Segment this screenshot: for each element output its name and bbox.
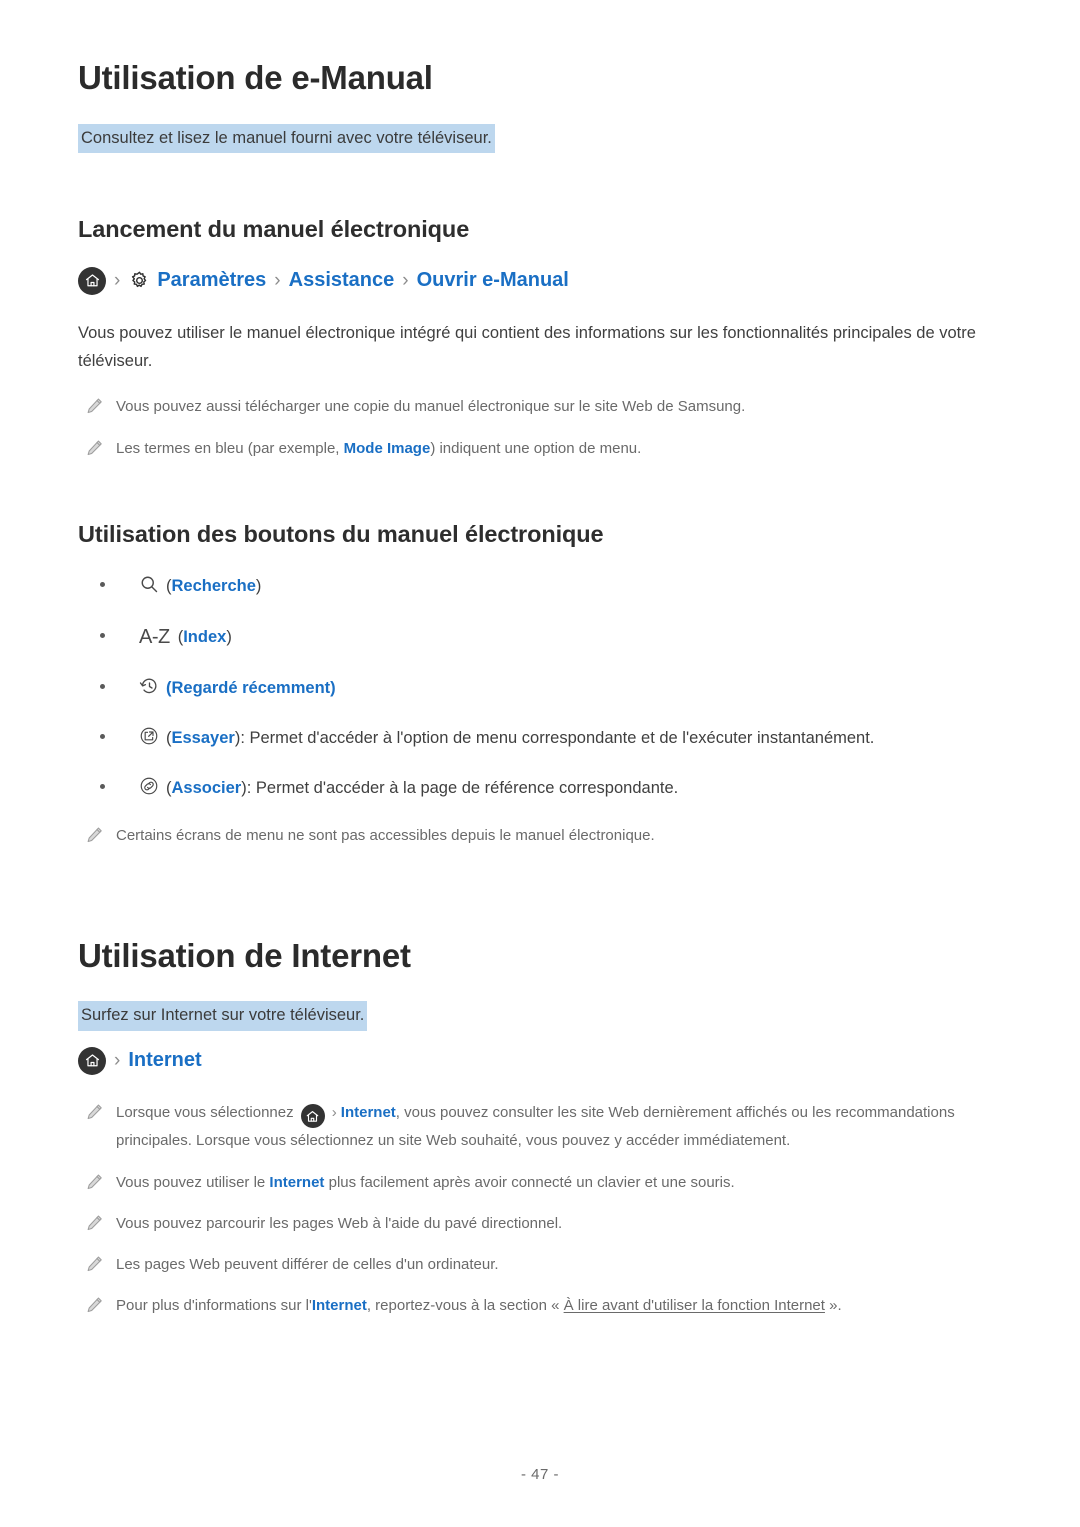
breadcrumb-separator: › [114,270,121,292]
breadcrumb-internet-path: › Internet [78,1046,1018,1075]
internet-link[interactable]: Internet [341,1104,396,1121]
list-item: (Recherche) [78,571,1018,599]
internet-link[interactable]: Internet [312,1297,367,1314]
note-suffix: plus facilement après avoir connecté un … [324,1173,735,1191]
menu-option-link[interactable]: Mode Image [344,440,431,457]
note-prefix: Les termes en bleu (par exemple, [116,439,344,457]
reference-link[interactable]: À lire avant d'utiliser la fonction Inte… [564,1297,825,1314]
breadcrumb-separator: › [114,1050,121,1072]
e-manual-buttons-list: (Recherche) A-Z (Index) (Regardé récemme… [78,571,1018,800]
breadcrumb-separator: › [331,1103,337,1121]
note-suffix: ) indiquent une option de menu. [430,439,642,457]
button-description: : Permet d'accéder à la page de référenc… [246,778,679,797]
section-subtitle-highlight: Consultez et lisez le manuel fourni avec… [78,123,495,154]
breadcrumb-separator: › [402,270,409,292]
note-mid: , reportez-vous à la section « [366,1297,564,1315]
pencil-icon [86,826,103,845]
note-text: Les pages Web peuvent différer de celles… [116,1256,499,1274]
bullet-dot [100,582,105,588]
page-title: Utilisation de Internet [78,936,411,974]
note-text: Certains écrans de menu ne sont pas acce… [116,827,655,845]
note-prefix: Lorsque vous sélectionnez [116,1103,298,1121]
breadcrumb-settings-path: › Paramètres › Assistance › Ouvrir e-Man… [78,266,1018,295]
bullet-dot [100,783,105,789]
note-text: Les termes en bleu (par exemple, Mode Im… [116,435,641,462]
note-item: Pour plus d'informations sur l'Internet,… [78,1292,1018,1319]
search-icon[interactable] [139,574,159,594]
button-label-index[interactable]: Index [183,628,226,646]
paren-close: ) [330,679,336,698]
section-subtitle-highlight: Surfez sur Internet sur votre téléviseur… [78,1001,368,1031]
pencil-icon [86,1103,103,1122]
list-item-label: (Index) [178,625,232,650]
gear-icon[interactable] [128,270,150,292]
note-item: Vous pouvez aussi télécharger une copie … [78,393,1018,420]
note-prefix: Vous pouvez utiliser le [116,1173,270,1191]
sub-heading-lancement: Lancement du manuel électronique [78,216,470,243]
intro-paragraph: Vous pouvez utiliser le manuel électroni… [78,323,976,371]
pencil-icon [86,1296,103,1315]
bullet-dot [100,733,105,739]
list-item: (Essayer): Permet d'accéder à l'option d… [78,723,1018,751]
note-item: Les pages Web peuvent différer de celles… [78,1251,1018,1278]
pencil-icon [86,397,103,416]
note-item: Vous pouvez utiliser le Internet plus fa… [78,1169,1018,1196]
link-icon[interactable] [139,776,159,796]
section-internet: Utilisation de Internet Surfez sur Inter… [78,936,1018,1320]
breadcrumb-item-internet[interactable]: Internet [128,1049,201,1072]
section-e-manual: Utilisation de e-Manual Consultez et lis… [78,58,1018,850]
pencil-icon [86,1255,103,1274]
pencil-icon [86,1173,103,1192]
home-icon[interactable] [78,266,106,295]
paren-close: ) [226,628,232,647]
note-text: Vous pouvez utiliser le Internet plus fa… [116,1169,735,1196]
list-item: A-Z (Index) [78,621,1018,651]
note-text: Vous pouvez aussi télécharger une copie … [116,398,746,416]
pencil-icon [86,439,103,458]
a-z-icon[interactable]: A-Z [139,622,170,652]
breadcrumb-item-ouvrir-e-manual[interactable]: Ouvrir e-Manual [417,269,569,292]
bullet-dot [100,684,105,690]
pencil-icon [86,1214,103,1233]
breadcrumb-item-parametres[interactable]: Paramètres [157,269,266,292]
note-suffix: ». [824,1297,842,1315]
breadcrumb-separator: › [274,270,281,292]
list-item: (Associer): Permet d'accéder à la page d… [78,773,1018,801]
home-icon[interactable] [78,1046,106,1075]
note-prefix: Pour plus d'informations sur l' [116,1297,312,1315]
note-text: Lorsque vous sélectionnez › Internet, vou… [116,1099,1011,1155]
list-item-label: (Essayer): Permet d'accéder à l'option d… [166,726,874,751]
button-label-recherche[interactable]: Recherche [172,577,256,595]
internet-link[interactable]: Internet [269,1174,324,1191]
note-item: Les termes en bleu (par exemple, Mode Im… [78,435,1018,462]
page-number: - 47 - [520,1466,559,1483]
note-text: Pour plus d'informations sur l'Internet,… [116,1292,842,1319]
note-item: Lorsque vous sélectionnez › Internet, vou… [78,1099,1018,1155]
page-title: Utilisation de e-Manual [78,59,433,96]
breadcrumb-item-assistance[interactable]: Assistance [289,269,395,292]
sub-heading-boutons: Utilisation des boutons du manuel électr… [78,520,604,547]
bullet-dot [100,633,105,639]
list-item-label: (Regardé récemment) [166,676,336,701]
recent-history-icon[interactable] [139,676,159,696]
list-item-label: (Associer): Permet d'accéder à la page d… [166,776,678,801]
note-item: Certains écrans de menu ne sont pas acce… [78,822,1018,849]
paren-close: ) [255,577,262,596]
button-label-regarde-recemment[interactable]: Regardé récemment [172,679,331,697]
try-it-icon[interactable] [139,726,159,746]
button-description: : Permet d'accéder à l'option de menu co… [240,728,875,747]
list-item-label: (Recherche) [166,574,261,599]
note-item: Vous pouvez parcourir les pages Web à l'… [78,1210,1018,1237]
document-page: Utilisation de e-Manual Consultez et lis… [0,0,1080,1527]
button-label-essayer[interactable]: Essayer [172,729,235,747]
list-item: (Regardé récemment) [78,673,1018,701]
home-icon[interactable] [300,1104,325,1129]
note-text: Vous pouvez parcourir les pages Web à l'… [116,1214,563,1232]
button-label-associer[interactable]: Associer [172,779,242,797]
